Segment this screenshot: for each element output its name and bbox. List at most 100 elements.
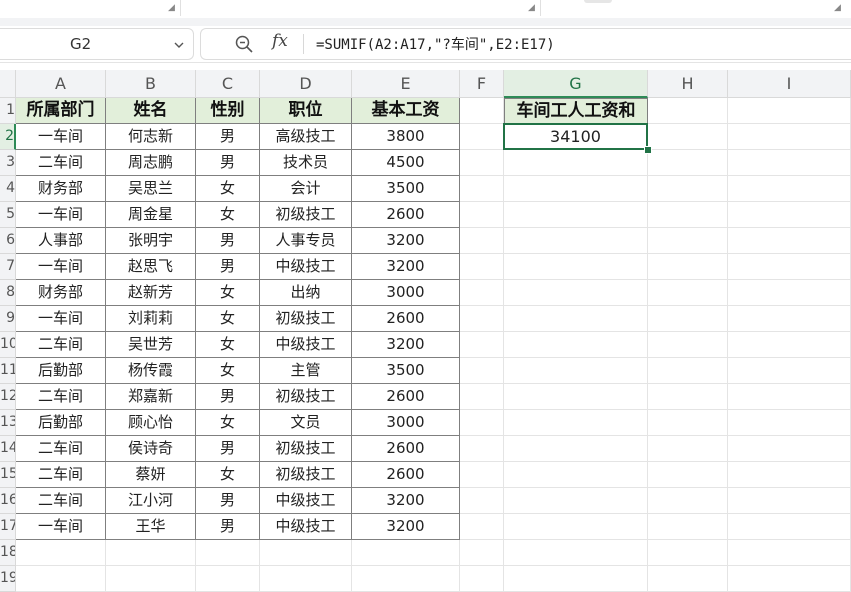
table-cell[interactable]: 刘莉莉 xyxy=(106,306,196,332)
row-header-16[interactable]: 16 xyxy=(0,488,16,514)
cell-h19[interactable] xyxy=(648,566,728,592)
table-cell[interactable]: 男 xyxy=(196,384,260,410)
cell-i15[interactable] xyxy=(728,462,851,488)
table-cell[interactable]: 2600 xyxy=(352,202,460,228)
cell-i4[interactable] xyxy=(728,176,851,202)
cell-i7[interactable] xyxy=(728,254,851,280)
cell-h12[interactable] xyxy=(648,384,728,410)
table-cell[interactable]: 赵新芳 xyxy=(106,280,196,306)
row-header-2[interactable]: 2 xyxy=(0,124,16,150)
name-box[interactable]: G2 xyxy=(0,28,194,60)
cell-i12[interactable] xyxy=(728,384,851,410)
table-cell[interactable]: 赵思飞 xyxy=(106,254,196,280)
cell-f18[interactable] xyxy=(460,540,504,566)
column-header-d[interactable]: D xyxy=(260,70,352,98)
table-cell[interactable]: 3200 xyxy=(352,332,460,358)
table-cell[interactable]: 男 xyxy=(196,228,260,254)
dialog-launcher-icon[interactable]: ◢ xyxy=(834,2,841,14)
table-cell[interactable]: 周金星 xyxy=(106,202,196,228)
table-cell[interactable]: 一车间 xyxy=(16,514,106,540)
table-cell[interactable]: 高级技工 xyxy=(260,124,352,150)
cell-e18[interactable] xyxy=(352,540,460,566)
cell-h18[interactable] xyxy=(648,540,728,566)
table-cell[interactable]: 女 xyxy=(196,358,260,384)
row-header-1[interactable]: 1 xyxy=(0,98,16,124)
cell-i6[interactable] xyxy=(728,228,851,254)
cell-f7[interactable] xyxy=(460,254,504,280)
cell-g17[interactable] xyxy=(504,514,648,540)
cell-f16[interactable] xyxy=(460,488,504,514)
cell-f14[interactable] xyxy=(460,436,504,462)
cell-g18[interactable] xyxy=(504,540,648,566)
cell-i13[interactable] xyxy=(728,410,851,436)
table-cell[interactable]: 蔡妍 xyxy=(106,462,196,488)
cell-g12[interactable] xyxy=(504,384,648,410)
table-cell[interactable]: 男 xyxy=(196,254,260,280)
row-header-18[interactable]: 18 xyxy=(0,540,16,566)
table-cell[interactable]: 中级技工 xyxy=(260,332,352,358)
row-header-17[interactable]: 17 xyxy=(0,514,16,540)
column-header-g[interactable]: G xyxy=(504,70,648,98)
table-cell[interactable]: 杨传霞 xyxy=(106,358,196,384)
table-cell[interactable]: 文员 xyxy=(260,410,352,436)
table-cell[interactable]: 江小河 xyxy=(106,488,196,514)
table-cell[interactable]: 张明宇 xyxy=(106,228,196,254)
table-cell[interactable]: 3000 xyxy=(352,280,460,306)
dialog-launcher-icon[interactable]: ◢ xyxy=(528,2,535,14)
row-header-8[interactable]: 8 xyxy=(0,280,16,306)
row-header-12[interactable]: 12 xyxy=(0,384,16,410)
cell-f3[interactable] xyxy=(460,150,504,176)
table-cell[interactable]: 3000 xyxy=(352,410,460,436)
cell-i5[interactable] xyxy=(728,202,851,228)
cell-h16[interactable] xyxy=(648,488,728,514)
table-cell[interactable]: 女 xyxy=(196,280,260,306)
cell-i18[interactable] xyxy=(728,540,851,566)
name-box-value[interactable]: G2 xyxy=(70,35,91,53)
table-cell[interactable]: 吴世芳 xyxy=(106,332,196,358)
table-cell[interactable]: 人事专员 xyxy=(260,228,352,254)
cell-i1[interactable] xyxy=(728,98,851,124)
formula-input[interactable]: =SUMIF(A2:A17,"?车间",E2:E17) xyxy=(316,34,555,54)
table-cell[interactable]: 会计 xyxy=(260,176,352,202)
cell-f11[interactable] xyxy=(460,358,504,384)
row-header-11[interactable]: 11 xyxy=(0,358,16,384)
cell-h7[interactable] xyxy=(648,254,728,280)
table-cell[interactable]: 侯诗奇 xyxy=(106,436,196,462)
row-header-15[interactable]: 15 xyxy=(0,462,16,488)
cell-i9[interactable] xyxy=(728,306,851,332)
table-cell[interactable]: 3500 xyxy=(352,176,460,202)
cell-h17[interactable] xyxy=(648,514,728,540)
table-cell[interactable]: 中级技工 xyxy=(260,488,352,514)
cell-f17[interactable] xyxy=(460,514,504,540)
table-cell[interactable]: 3200 xyxy=(352,488,460,514)
cell-f6[interactable] xyxy=(460,228,504,254)
table-cell[interactable]: 财务部 xyxy=(16,176,106,202)
table-cell[interactable]: 2600 xyxy=(352,384,460,410)
chevron-down-icon[interactable] xyxy=(172,38,186,52)
cell-g8[interactable] xyxy=(504,280,648,306)
row-header-9[interactable]: 9 xyxy=(0,306,16,332)
table-cell[interactable]: 二车间 xyxy=(16,436,106,462)
cell-f10[interactable] xyxy=(460,332,504,358)
table-cell[interactable]: 3200 xyxy=(352,514,460,540)
cell-i11[interactable] xyxy=(728,358,851,384)
table-cell[interactable]: 后勤部 xyxy=(16,410,106,436)
column-header-a[interactable]: A xyxy=(16,70,106,98)
table-cell[interactable]: 周志鹏 xyxy=(106,150,196,176)
cell-g19[interactable] xyxy=(504,566,648,592)
table-cell[interactable]: 3200 xyxy=(352,254,460,280)
table-cell[interactable]: 人事部 xyxy=(16,228,106,254)
table-header-cell[interactable]: 性别 xyxy=(196,98,260,124)
table-cell[interactable]: 女 xyxy=(196,410,260,436)
spreadsheet-grid[interactable]: ABCDEFGHI12345678910111213141516171819所属… xyxy=(0,70,851,592)
table-header-cell[interactable]: 所属部门 xyxy=(16,98,106,124)
table-cell[interactable]: 女 xyxy=(196,202,260,228)
cell-f15[interactable] xyxy=(460,462,504,488)
table-cell[interactable]: 一车间 xyxy=(16,306,106,332)
table-cell[interactable]: 初级技工 xyxy=(260,384,352,410)
cell-g16[interactable] xyxy=(504,488,648,514)
table-cell[interactable]: 3800 xyxy=(352,124,460,150)
row-header-10[interactable]: 10 xyxy=(0,332,16,358)
cell-g14[interactable] xyxy=(504,436,648,462)
cell-f13[interactable] xyxy=(460,410,504,436)
